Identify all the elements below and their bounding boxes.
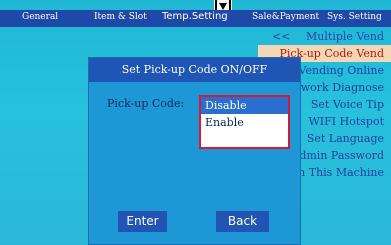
- pickup-code-dropdown[interactable]: Disable Enable: [199, 95, 290, 149]
- pickup-code-dialog: Set Pick-up Code ON/OFF Pick-up Code: Di…: [88, 57, 301, 245]
- enter-button[interactable]: Enter: [118, 211, 167, 232]
- pickup-code-label: Pick-up Code:: [107, 97, 185, 110]
- tab-general[interactable]: General: [22, 12, 58, 22]
- menu-item-label: Multiple Vend: [306, 30, 384, 43]
- tab-bar: General Item & Slot Temp.Setting Sale&Pa…: [0, 10, 391, 27]
- tab-temp-setting[interactable]: Temp.Setting: [162, 11, 228, 22]
- menu-item-label: Admin Password: [291, 149, 384, 162]
- option-disable[interactable]: Disable: [201, 97, 288, 114]
- back-button[interactable]: Back: [216, 211, 269, 232]
- menu-item-multiple-vend[interactable]: << Multiple Vend: [258, 28, 391, 45]
- menu-item-label: Set Voice Tip: [310, 98, 384, 111]
- tab-sys-setting[interactable]: Sys. Setting: [327, 12, 382, 22]
- menu-item-label: WIFI Hotspot: [308, 115, 385, 128]
- tab-sale-payment[interactable]: Sale&Payment: [252, 12, 319, 22]
- down-arrow-icon: [214, 0, 232, 10]
- back-arrow-icon[interactable]: <<: [272, 28, 290, 45]
- menu-item-label: Vending Online: [298, 64, 384, 77]
- menu-item-label: Set Language: [306, 132, 384, 145]
- tab-item-slot[interactable]: Item & Slot: [94, 12, 147, 22]
- option-enable[interactable]: Enable: [201, 114, 288, 131]
- dialog-title: Set Pick-up Code ON/OFF: [89, 58, 300, 82]
